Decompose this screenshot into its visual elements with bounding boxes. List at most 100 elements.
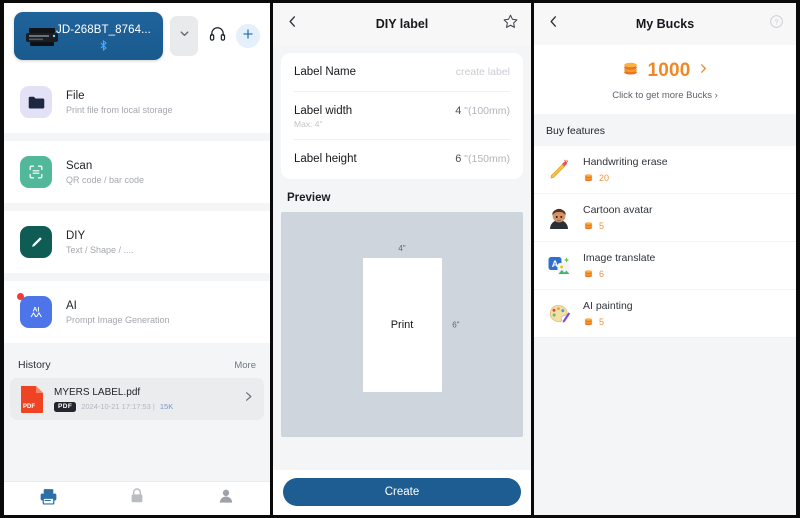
menu-item-diy-subtitle: Text / Shape / .... <box>66 244 134 255</box>
lock-tab-icon <box>127 486 147 511</box>
diy-page-title: DIY label <box>375 17 429 31</box>
feature-price-row: 5 <box>583 220 652 231</box>
field-label-width-label: Label width <box>294 105 353 117</box>
field-label-name-label: Label Name <box>294 66 357 78</box>
coin-stack-icon <box>584 174 593 182</box>
label-width-unit: "(100mm) <box>461 105 510 117</box>
device-meta: JD-268BT_8764... <box>54 23 153 51</box>
field-label-width[interactable]: Label width 4 "(100mm) <box>294 92 510 119</box>
preview-height-dimension: 6" <box>452 320 460 329</box>
new-badge-dot <box>17 293 24 300</box>
feature-handwriting-erase-texts: Handwriting erase 20 <box>583 156 668 183</box>
avatar-icon <box>546 205 572 231</box>
preview-width-dimension: 4" <box>398 243 406 253</box>
bucks-nav-bar: My Bucks ? <box>534 3 796 45</box>
feature-price: 5 <box>599 220 605 231</box>
panel-home: JD-268BT_8764... File Print file from lo… <box>4 3 270 515</box>
bucks-page-title: My Bucks <box>635 17 695 31</box>
diy-form-card: Label Name create label Label width 4 "(… <box>281 53 523 179</box>
device-name: JD-268BT_8764... <box>56 23 151 36</box>
add-device-button[interactable] <box>236 24 260 48</box>
chevron-left-icon <box>285 14 300 34</box>
feature-price: 5 <box>599 316 605 327</box>
label-height-unit: "(150mm) <box>461 153 510 165</box>
tab-profile[interactable] <box>181 486 270 511</box>
preview-section-title: Preview <box>287 192 331 204</box>
feature-image-translate-texts: Image translate 6 <box>583 252 655 279</box>
field-label-height-value[interactable]: 6 "(150mm) <box>455 153 510 165</box>
menu-item-diy-title: DIY <box>66 229 86 242</box>
home-content: File Print file from local storage Scan … <box>4 71 270 481</box>
coin-stack-icon <box>584 318 593 326</box>
history-header: History More <box>4 351 270 378</box>
history-more-link[interactable]: More <box>234 360 256 371</box>
tab-printer[interactable] <box>4 486 93 512</box>
menu-item-file[interactable]: File Print file from local storage <box>4 71 270 133</box>
history-item-size: 15K <box>159 402 174 411</box>
feature-title: Cartoon avatar <box>583 204 653 216</box>
get-more-bucks-link[interactable]: Click to get more Bucks › <box>612 90 718 101</box>
buy-features-title: Buy features <box>546 125 605 137</box>
field-label-name[interactable]: Label Name create label <box>294 53 510 92</box>
field-label-name-input[interactable]: create label <box>456 66 510 78</box>
diy-favorite-button[interactable] <box>502 13 519 35</box>
headset-icon <box>208 24 227 48</box>
menu-item-file-title: File <box>66 89 85 102</box>
history-item-name: MYERS LABEL.pdf <box>54 386 141 398</box>
history-title: History <box>18 359 51 371</box>
feature-price: 20 <box>599 172 610 183</box>
feature-row-handwriting-erase[interactable]: Handwriting erase 20 <box>534 146 796 194</box>
feature-row-cartoon-avatar[interactable]: Cartoon avatar 5 <box>534 194 796 242</box>
chevron-down-icon <box>178 27 191 45</box>
feature-title: AI painting <box>583 300 633 312</box>
history-item-meta: PDF 2024-10-21 17:17:53 | 15K <box>54 401 233 412</box>
person-tab-icon <box>216 486 236 511</box>
palette-icon <box>546 301 572 327</box>
pencil-icon <box>20 226 52 258</box>
pencil-eraser-icon <box>546 157 572 183</box>
label-sheet-text: Print <box>390 318 414 331</box>
create-button[interactable]: Create <box>283 478 521 506</box>
feature-price-row: 6 <box>583 268 655 279</box>
field-label-height[interactable]: Label height 6 "(150mm) <box>294 140 510 179</box>
menu-item-ai-subtitle: Prompt Image Generation <box>66 314 170 325</box>
chevron-right-icon <box>242 390 255 408</box>
feature-row-ai-painting[interactable]: AI painting 5 <box>534 290 796 338</box>
pdf-file-icon: PDF <box>19 384 45 414</box>
plus-icon <box>241 27 255 46</box>
menu-item-diy[interactable]: DIY Text / Shape / .... <box>4 211 270 273</box>
scan-frame-icon <box>20 156 52 188</box>
diy-back-button[interactable] <box>285 14 300 34</box>
history-item-date: 2024-10-21 17:17:53 | <box>81 402 155 411</box>
coin-stack-icon <box>621 59 640 83</box>
device-dropdown-button[interactable] <box>170 16 198 56</box>
label-preview-canvas[interactable]: 4" Print 6" <box>281 212 523 437</box>
bucks-back-button[interactable] <box>546 14 561 34</box>
home-header: JD-268BT_8764... <box>4 3 270 71</box>
support-button[interactable] <box>205 24 229 48</box>
bucks-amount: 1000 <box>647 60 691 81</box>
ai-icon: AI <box>17 293 52 328</box>
menu-item-ai-title: AI <box>66 299 77 312</box>
feature-title: Image translate <box>583 252 656 264</box>
menu-item-scan-subtitle: QR code / bar code <box>66 174 145 185</box>
feature-row-image-translate[interactable]: A Image translate 6 <box>534 242 796 290</box>
bucks-help-button[interactable]: ? <box>769 14 784 34</box>
feature-price-row: 5 <box>583 316 633 327</box>
bucks-amount-row[interactable]: 1000 <box>621 59 708 83</box>
menu-item-ai[interactable]: AI AI Prompt Image Generation <box>4 281 270 343</box>
feature-title: Handwriting erase <box>583 156 668 168</box>
bottom-tab-bar <box>4 481 270 515</box>
feature-cartoon-avatar-texts: Cartoon avatar 5 <box>583 204 652 231</box>
menu-item-scan[interactable]: Scan QR code / bar code <box>4 141 270 203</box>
file-type-badge: PDF <box>54 401 77 412</box>
coin-stack-icon <box>584 222 593 230</box>
field-label-width-value[interactable]: 4 "(100mm) <box>455 105 510 117</box>
device-card[interactable]: JD-268BT_8764... <box>14 12 163 60</box>
menu-item-ai-texts: AI Prompt Image Generation <box>66 300 170 325</box>
menu-item-diy-texts: DIY Text / Shape / .... <box>66 230 134 255</box>
history-list-item[interactable]: PDF MYERS LABEL.pdf PDF 2024-10-21 17:17… <box>10 378 264 420</box>
tab-store[interactable] <box>93 486 182 511</box>
star-icon <box>502 13 519 35</box>
diy-nav-bar: DIY label <box>273 3 531 45</box>
